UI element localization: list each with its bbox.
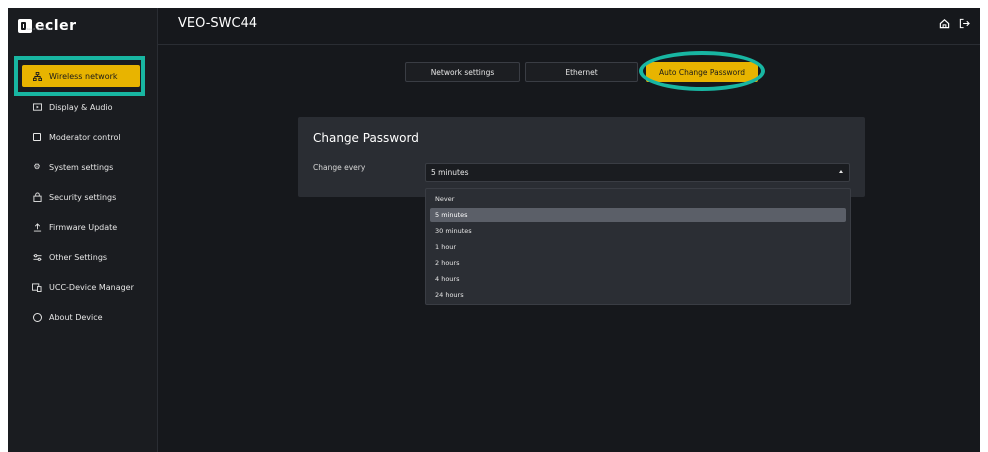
caret-up-icon xyxy=(839,170,843,173)
app-window: ecler cloud systems Wireless network Dis… xyxy=(8,8,980,452)
info-icon xyxy=(32,312,42,322)
sidebar-item-label: Moderator control xyxy=(49,132,121,142)
option-label: 1 hour xyxy=(435,243,457,251)
dropdown-option[interactable]: 30 minutes xyxy=(430,224,846,238)
dropdown-option-selected[interactable]: 5 minutes xyxy=(430,208,846,222)
dropdown-option[interactable]: 2 hours xyxy=(430,256,846,270)
annotation-highlight-ellipse xyxy=(639,51,765,91)
sidebar-item-label: Other Settings xyxy=(49,252,108,262)
gear-icon: ⚙ xyxy=(33,162,41,171)
option-label: 5 minutes xyxy=(435,211,468,219)
change-every-label: Change every xyxy=(313,163,366,172)
brand-tagline: cloud systems xyxy=(25,27,52,31)
change-every-dropdown: Never 5 minutes 30 minutes 1 hour 2 hour… xyxy=(425,188,851,305)
sidebar-item-label: UCC-Device Manager xyxy=(49,282,134,292)
option-label: Never xyxy=(435,195,455,203)
sidebar-item-label: Display & Audio xyxy=(49,102,113,112)
upload-icon xyxy=(32,222,42,232)
sidebar-item-system-settings[interactable]: ⚙ System settings xyxy=(22,156,140,178)
sidebar-item-about-device[interactable]: About Device xyxy=(22,306,140,328)
tab-label: Ethernet xyxy=(565,67,598,77)
sidebar-item-label: System settings xyxy=(49,162,114,172)
change-password-card: Change Password Change every 5 minutes xyxy=(298,117,865,197)
option-label: 4 hours xyxy=(435,275,460,283)
card-title: Change Password xyxy=(313,131,419,145)
option-label: 30 minutes xyxy=(435,227,472,235)
tab-label: Network settings xyxy=(430,67,495,77)
sidebar-item-firmware-update[interactable]: Firmware Update xyxy=(22,216,140,238)
option-label: 24 hours xyxy=(435,291,464,299)
dropdown-option[interactable]: Never xyxy=(430,192,846,206)
sidebar-item-label: Wireless network xyxy=(49,71,118,81)
tab-network-settings[interactable]: Network settings xyxy=(405,62,520,82)
home-icon[interactable] xyxy=(938,18,950,30)
page-title: VEO-SWC44 xyxy=(178,16,258,31)
dropdown-option[interactable]: 24 hours xyxy=(430,288,846,302)
sliders-icon xyxy=(32,252,42,262)
change-every-select[interactable]: 5 minutes xyxy=(425,163,850,182)
sidebar-item-label: Security settings xyxy=(49,192,117,202)
logout-icon[interactable] xyxy=(958,18,970,30)
sidebar-item-moderator-control[interactable]: Moderator control xyxy=(22,126,140,148)
select-value: 5 minutes xyxy=(431,168,469,177)
sidebar-item-label: About Device xyxy=(49,312,103,322)
sidebar-item-label: Firmware Update xyxy=(49,222,118,232)
brand-logo: ecler xyxy=(18,18,77,34)
sidebar-item-other-settings[interactable]: Other Settings xyxy=(22,246,140,268)
dropdown-option[interactable]: 4 hours xyxy=(430,272,846,286)
top-bar: VEO-SWC44 xyxy=(158,8,980,45)
sidebar-item-security-settings[interactable]: Security settings xyxy=(22,186,140,208)
square-icon xyxy=(32,132,42,142)
device-icon xyxy=(32,282,42,292)
tab-ethernet[interactable]: Ethernet xyxy=(525,62,638,82)
sidebar-item-ucc-device-manager[interactable]: UCC-Device Manager xyxy=(22,276,140,298)
network-icon xyxy=(32,71,42,81)
sidebar-item-display-audio[interactable]: Display & Audio xyxy=(22,96,140,118)
display-icon xyxy=(32,102,42,112)
option-label: 2 hours xyxy=(435,259,460,267)
sidebar-item-wireless-network[interactable]: Wireless network xyxy=(22,65,140,87)
dropdown-option[interactable]: 1 hour xyxy=(430,240,846,254)
lock-icon xyxy=(32,192,42,202)
sidebar: ecler cloud systems Wireless network Dis… xyxy=(8,8,158,452)
